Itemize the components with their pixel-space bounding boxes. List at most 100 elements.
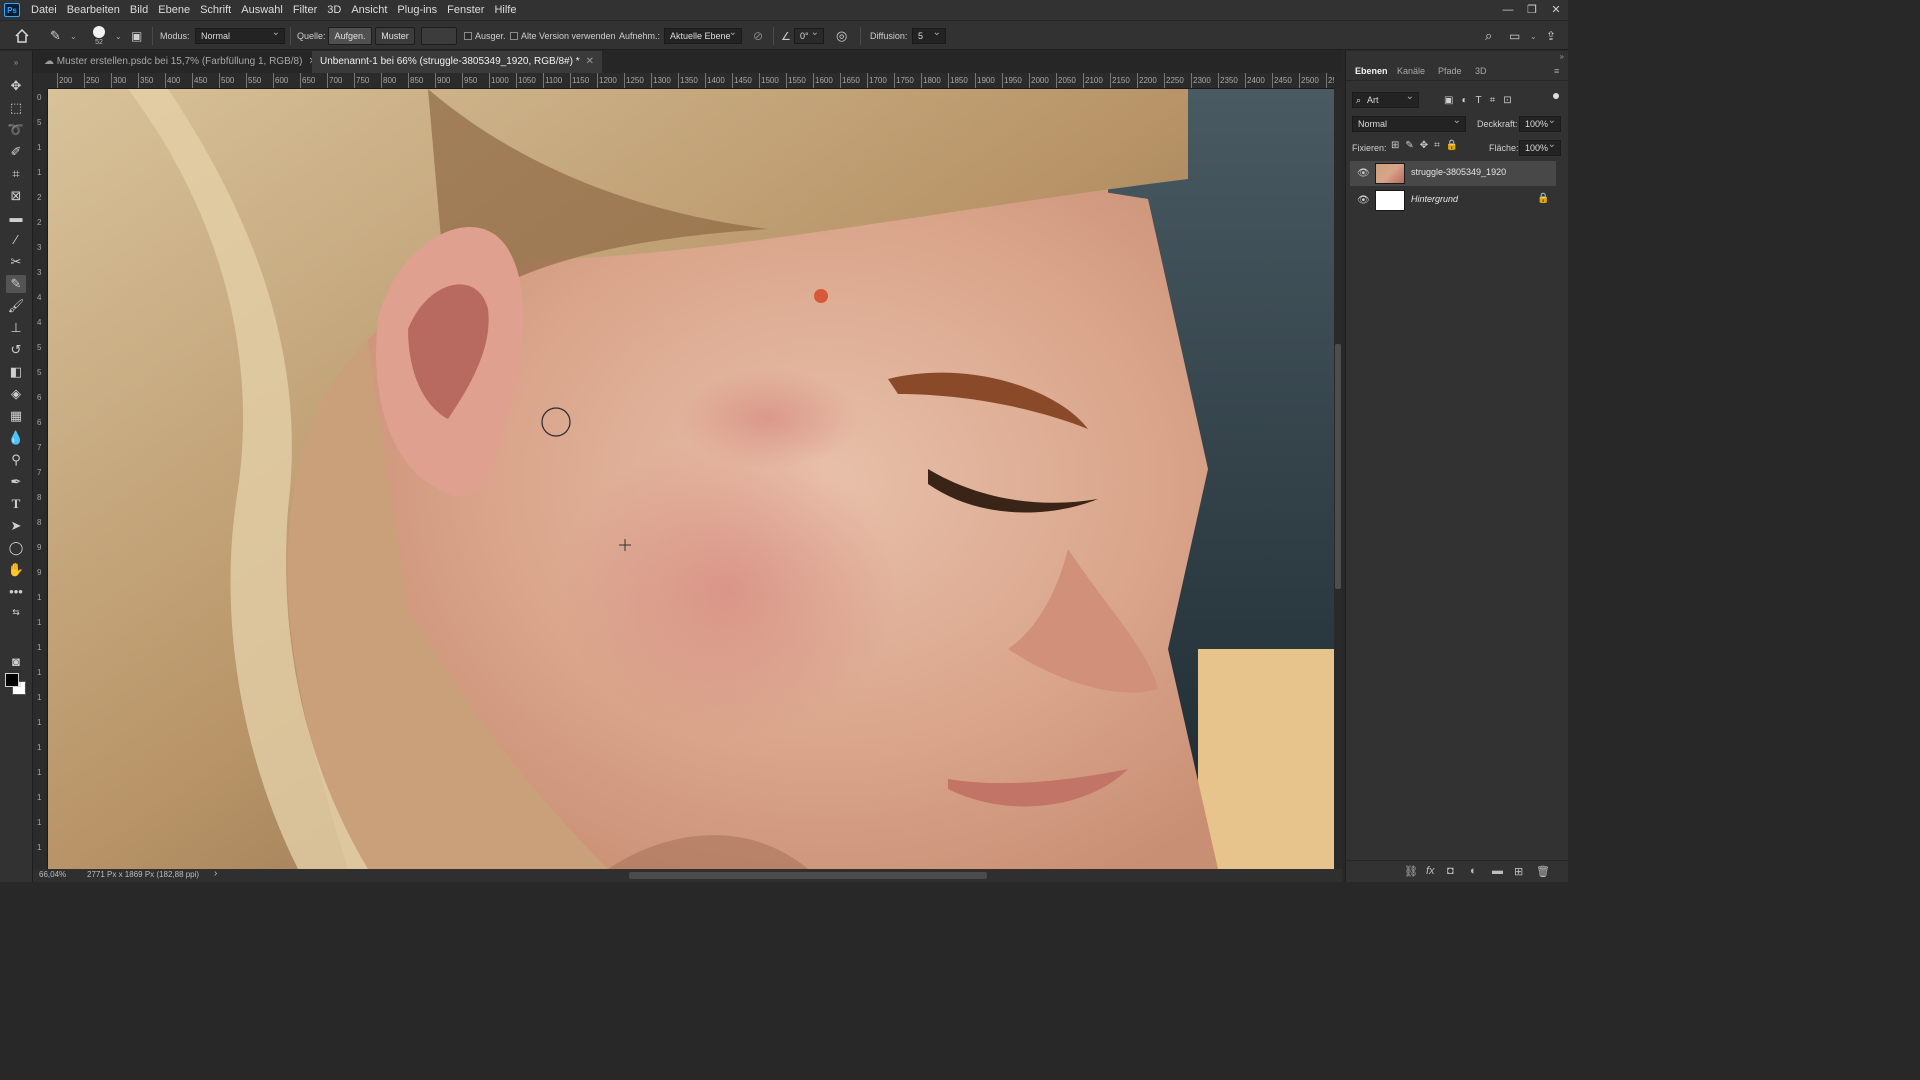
status-menu-arrow-icon[interactable]: › [214,868,217,879]
close-icon[interactable]: ✕ [1544,0,1568,20]
adjustment-layer-icon[interactable]: ◐ [1470,865,1477,877]
layer-mask-icon[interactable]: ◘ [1447,865,1454,877]
zoom-level[interactable]: 66,04% [39,870,66,879]
lasso-tool-icon[interactable]: ➰ [6,121,26,139]
layer-filter-dropdown[interactable]: ⌕ Art [1352,90,1419,108]
quick-mask-icon[interactable]: ◙ [6,653,26,671]
gradient-tool-icon[interactable]: ▦ [6,407,26,425]
visibility-eye-icon[interactable]: 👁 [1357,195,1370,206]
pen-tool-icon[interactable]: ✒ [6,473,26,491]
layer-name[interactable]: struggle-3805349_1920 [1411,167,1506,177]
lock-all-icon[interactable]: 🔒 [1446,140,1464,151]
brush-chevron-icon[interactable]: ⌄ [115,21,122,51]
move-tool-icon[interactable]: ✥ [6,77,26,95]
menu-hilfe[interactable]: Hilfe [489,0,521,20]
tab-3d[interactable]: 3D [1475,61,1487,81]
swap-colors-icon[interactable]: ⇆ [6,603,26,621]
share-icon[interactable]: ⇪ [1546,21,1556,51]
lock-pixels-icon[interactable]: ✎ [1405,140,1419,151]
menu-fenster[interactable]: Fenster [442,0,489,20]
home-icon[interactable] [14,21,30,51]
link-layers-icon[interactable]: ⛓ [1404,865,1418,878]
smart-object-filter-icon[interactable]: ⊡ [1503,95,1519,106]
diffusion-dropdown[interactable]: 5 [912,26,946,44]
paint-bucket-tool-icon[interactable]: ◈ [6,385,26,403]
brush-size-picker[interactable]: 52 [93,21,105,51]
panel-menu-icon[interactable]: ≡ [1554,61,1559,81]
type-filter-icon[interactable]: T [1476,95,1490,106]
toolbox-collapse-icon[interactable]: » [6,54,26,72]
photoshop-logo-icon[interactable]: Ps [4,3,20,17]
ruler-tool-icon[interactable]: ▬ [6,209,26,227]
layer-lock-icon[interactable]: 🔒 [1537,193,1549,204]
delete-layer-icon[interactable]: 🗑 [1536,865,1550,878]
restore-icon[interactable]: ❐ [1520,0,1544,20]
eraser-tool-icon[interactable]: ◧ [6,363,26,381]
tab-unbenannt[interactable]: Unbenannt-1 bei 66% (struggle-3805349_19… [312,51,603,73]
pixel-filter-icon[interactable]: ▣ [1444,95,1461,106]
tab-ebenen[interactable]: Ebenen [1355,61,1388,81]
clone-stamp-tool-icon[interactable]: ⊥ [6,319,26,337]
history-brush-tool-icon[interactable]: ↺ [6,341,26,359]
visibility-eye-icon[interactable]: 👁 [1357,168,1370,179]
menu-auswahl[interactable]: Auswahl [236,0,288,20]
marquee-tool-icon[interactable]: ⬚ [6,99,26,117]
brush-tool-icon[interactable]: 🖌 [6,297,26,315]
fx-icon[interactable]: fx [1426,865,1435,877]
content-aware-tool-icon[interactable]: ✂ [6,253,26,271]
sample-dropdown[interactable]: Aktuelle Ebene [664,26,742,44]
aligned-checkbox[interactable]: Ausger. [464,21,506,51]
source-pattern-button[interactable]: Muster [375,27,415,45]
blend-mode-dropdown[interactable]: Normal [1352,114,1466,132]
more-tools-icon[interactable]: ••• [6,583,26,601]
aligned-checkbox-box[interactable] [464,32,472,40]
new-group-icon[interactable]: ▬ [1492,865,1503,877]
menu-bild[interactable]: Bild [125,0,153,20]
close-tab-icon[interactable]: ✕ [586,56,594,67]
ignore-adjustment-icon[interactable]: ⊘ [753,21,763,51]
foreground-color-swatch[interactable] [5,673,19,687]
tab-muster-erstellen[interactable]: ☁ Muster erstellen.psdc bei 15,7% (Farbf… [36,51,325,73]
tab-pfade[interactable]: Pfade [1438,61,1462,81]
lock-artboard-icon[interactable]: ⌗ [1434,140,1446,151]
adjustment-filter-icon[interactable]: ◐ [1461,95,1475,106]
mode-dropdown[interactable]: Normal [195,26,285,44]
menu-datei[interactable]: Datei [26,0,62,20]
layer-name[interactable]: Hintergrund [1411,194,1458,204]
healing-brush-tool-icon[interactable]: ✎ [6,275,26,293]
search-icon[interactable]: ⌕ [1485,21,1492,51]
healing-brush-tool-icon[interactable]: ✎ [50,21,61,51]
menu-filter[interactable]: Filter [288,0,322,20]
menu-ebene[interactable]: Ebene [153,0,195,20]
dodge-tool-icon[interactable]: ⚲ [6,451,26,469]
crop-tool-icon[interactable]: ⌗ [6,165,26,183]
opacity-input[interactable]: 100% [1519,114,1561,132]
legacy-checkbox-box[interactable] [510,32,518,40]
layer-row[interactable]: 👁 struggle-3805349_1920 [1350,161,1556,186]
menu-3d[interactable]: 3D [322,0,346,20]
menu-bearbeiten[interactable]: Bearbeiten [62,0,125,20]
hand-tool-icon[interactable]: ✋ [6,561,26,579]
tool-preset-chevron-icon[interactable]: ⌄ [70,21,77,51]
brush-settings-icon[interactable]: ▣ [131,21,142,51]
vertical-scrollbar[interactable] [1334,89,1342,869]
source-sampled-button[interactable]: Aufgen. [328,27,372,45]
workspace-icon[interactable]: ▭ [1509,21,1520,51]
frame-tool-icon[interactable]: ⊠ [6,187,26,205]
minimize-icon[interactable]: — [1496,0,1520,20]
menu-ansicht[interactable]: Ansicht [346,0,392,20]
layer-row[interactable]: 👁 Hintergrund 🔒 [1350,188,1556,213]
path-selection-tool-icon[interactable]: ➤ [6,517,26,535]
menu-schrift[interactable]: Schrift [195,0,236,20]
quick-selection-tool-icon[interactable]: ✐ [6,143,26,161]
workspace-chevron-icon[interactable]: ⌄ [1530,21,1537,51]
new-layer-icon[interactable]: ⊞ [1514,865,1523,878]
tab-kanaele[interactable]: Kanäle [1397,61,1425,81]
scrollbar-thumb[interactable] [1335,344,1341,589]
shape-filter-icon[interactable]: ⌗ [1490,95,1504,106]
legacy-checkbox[interactable]: Alte Version verwenden [510,21,616,51]
document-canvas[interactable] [48,89,1334,869]
horizontal-scrollbar-thumb[interactable] [629,872,987,879]
ellipse-tool-icon[interactable]: ◯ [6,539,26,557]
filter-toggle-icon[interactable] [1553,93,1559,99]
